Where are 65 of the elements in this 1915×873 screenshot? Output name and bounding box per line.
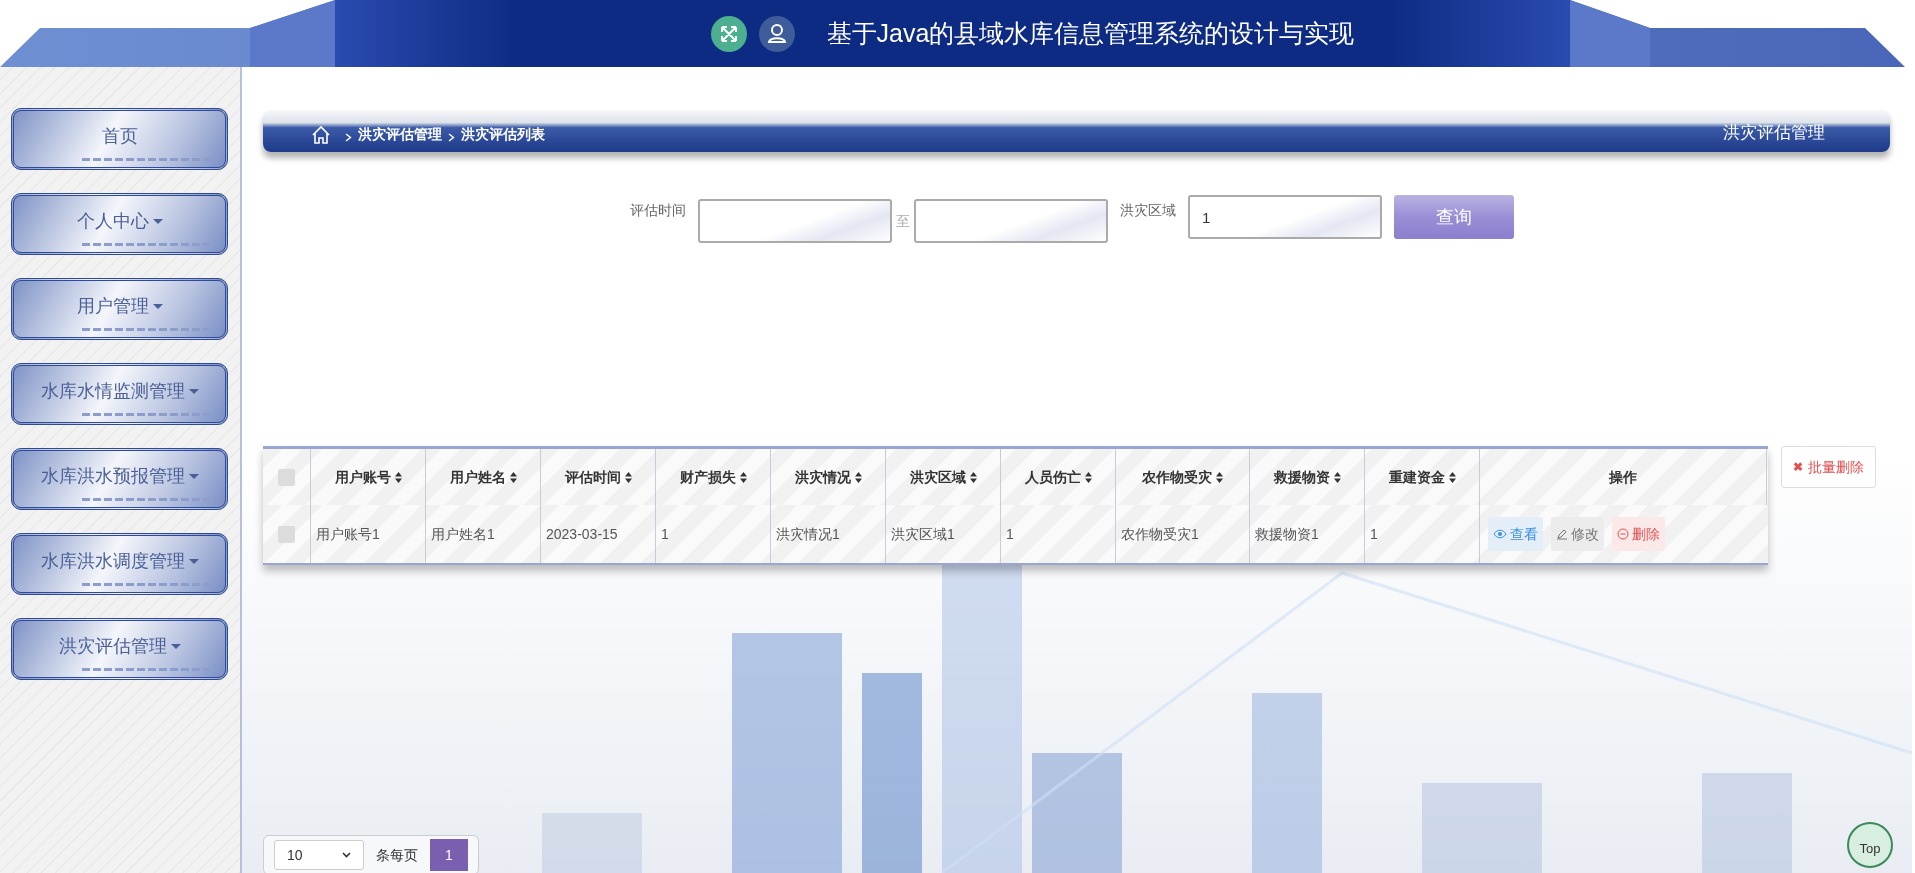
range-separator: 至 [896,211,910,231]
sort-icon [1084,471,1092,483]
column-header[interactable]: 人员伤亡 [1024,466,1083,488]
page-size-label: 条每页 [376,845,418,865]
home-icon[interactable] [311,125,331,145]
chevron-right-icon [448,133,455,142]
column-header: 操作 [1609,467,1637,487]
column-header[interactable]: 农作物受灾 [1142,466,1214,488]
column-header[interactable]: 用户姓名 [449,466,508,488]
sort-icon [969,471,977,483]
sidebar-menu-button[interactable]: 个人中心 [11,193,228,255]
column-header[interactable]: 重建资金 [1388,466,1447,488]
sidebar-menu-button[interactable]: 水库洪水预报管理 [11,448,228,510]
user-icon[interactable] [758,15,795,52]
checkbox[interactable] [278,525,295,543]
edit-button[interactable]: 修改 [1551,517,1604,551]
chevron-right-icon [345,133,352,142]
column-header[interactable]: 评估时间 [564,466,623,488]
table-cell-text: 2023-03-15 [546,524,618,544]
table-cell-text: 救援物资1 [1255,524,1319,544]
column-header[interactable]: 救援物资 [1273,466,1332,488]
breadcrumb-link[interactable]: 洪灾评估管理 [358,124,442,145]
table-cell-text: 用户姓名1 [431,524,495,544]
minus-circle-icon [1617,528,1629,540]
page-size-select[interactable]: 10 [274,840,364,870]
table-cell-text: 农作物受灾1 [1121,524,1199,544]
sort-icon [739,471,747,483]
column-header[interactable]: 用户账号 [334,466,393,488]
sort-icon [394,471,402,483]
field-label: 洪灾区域 [1120,200,1176,220]
sort-icon [509,471,517,483]
sort-icon [624,471,632,483]
sort-icon [1333,471,1341,483]
sidebar-menu-button[interactable]: 洪灾评估管理 [11,618,228,680]
table-cell-text: 1 [1006,524,1014,544]
start-date-field[interactable] [698,199,892,243]
sidebar-menu-button[interactable]: 用户管理 [11,278,228,340]
checkbox[interactable] [278,468,295,486]
sort-icon [1216,471,1223,483]
sidebar-menu-button[interactable]: 水库水情监测管理 [11,363,228,425]
table-cell-text: 洪灾情况1 [776,524,840,544]
page-heading: 洪灾评估管理 [1723,121,1825,144]
close-icon: ✖ [1793,458,1803,476]
column-header[interactable]: 洪灾区域 [909,466,968,488]
batch-delete-button[interactable]: ✖ 批量删除 [1781,446,1876,488]
fullscreen-icon[interactable] [710,15,747,52]
eye-icon [1493,529,1507,539]
breadcrumb-link[interactable]: 洪灾评估列表 [461,124,545,145]
page-button[interactable]: 1 [430,839,468,871]
table-cell-text: 洪灾区域1 [891,524,955,544]
end-date-field[interactable] [914,199,1108,243]
column-header[interactable]: 洪灾情况 [794,466,853,488]
table-cell-text: 用户账号1 [316,524,380,544]
app-title: 基于Java的县域水库信息管理系统的设计与实现 [826,17,1355,49]
sidebar-menu-button[interactable]: 水库洪水调度管理 [11,533,228,595]
sort-icon [1448,471,1456,483]
sort-icon [854,471,862,483]
field-label: 评估时间 [630,200,686,220]
search-field[interactable]: 1 [1188,195,1382,239]
sidebar-menu-button[interactable]: 首页 [11,108,228,170]
table-cell-text: 1 [661,524,669,544]
pencil-icon [1556,528,1568,540]
table-cell-text: 1 [1370,524,1378,544]
chevron-down-icon [342,852,351,858]
column-header[interactable]: 财产损失 [679,466,738,488]
